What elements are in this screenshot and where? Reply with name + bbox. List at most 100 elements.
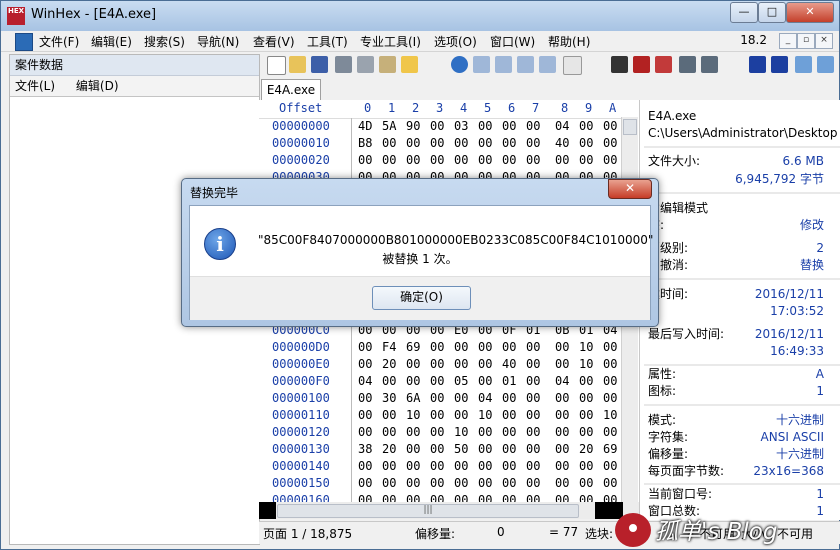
hex-byte[interactable]: 00 <box>579 475 593 492</box>
replace-hex-icon[interactable] <box>701 56 718 73</box>
hex-byte[interactable]: 00 <box>406 356 420 373</box>
hex-byte[interactable]: 00 <box>430 135 444 152</box>
hex-byte[interactable]: 00 <box>502 441 516 458</box>
find-binoculars-icon[interactable] <box>611 56 628 73</box>
hex-byte[interactable]: 00 <box>579 390 593 407</box>
forward-arrow-icon[interactable] <box>817 56 834 73</box>
hex-byte[interactable]: 6A <box>406 390 420 407</box>
hex-byte[interactable]: 00 <box>454 135 468 152</box>
hex-byte[interactable]: 00 <box>478 458 492 475</box>
hex-byte[interactable]: 50 <box>454 441 468 458</box>
hex-byte[interactable]: 00 <box>502 152 516 169</box>
hex-byte[interactable]: 20 <box>382 356 396 373</box>
hex-byte[interactable]: 00 <box>430 407 444 424</box>
hex-byte[interactable]: 00 <box>555 390 569 407</box>
hex-byte[interactable]: 00 <box>526 339 540 356</box>
hex-byte[interactable]: 5A <box>382 118 396 135</box>
hex-byte[interactable]: 69 <box>603 441 617 458</box>
print-icon[interactable] <box>335 56 352 73</box>
hex-byte[interactable]: 00 <box>555 407 569 424</box>
hex-byte[interactable]: 00 <box>454 458 468 475</box>
hex-byte[interactable]: 00 <box>526 407 540 424</box>
hex-byte[interactable]: 00 <box>478 135 492 152</box>
hex-byte[interactable]: 00 <box>478 373 492 390</box>
hex-row[interactable]: 000000F0 04 00 00 00 05 00 01 00 04 00 00 <box>259 373 624 390</box>
hex-byte[interactable]: 00 <box>358 339 372 356</box>
menu-help[interactable]: 帮助(H) <box>548 33 590 50</box>
hex-byte[interactable]: 00 <box>603 356 617 373</box>
hex-byte[interactable]: 00 <box>430 356 444 373</box>
hex-byte[interactable]: 01 <box>502 373 516 390</box>
hex-row[interactable]: 00000140 00 00 00 00 00 00 00 00 00 00 00 <box>259 458 624 475</box>
find-text-icon[interactable] <box>633 56 650 73</box>
hex-byte[interactable]: 00 <box>555 152 569 169</box>
hex-byte[interactable]: 00 <box>502 424 516 441</box>
hex-byte[interactable]: 00 <box>502 135 516 152</box>
minimize-button[interactable]: — <box>730 2 758 23</box>
hex-byte[interactable]: 30 <box>382 390 396 407</box>
hex-byte[interactable]: 69 <box>406 339 420 356</box>
printer-icon[interactable] <box>357 56 374 73</box>
hex-byte[interactable]: 04 <box>555 118 569 135</box>
hex-byte[interactable]: 00 <box>382 407 396 424</box>
hex-byte[interactable]: 00 <box>382 373 396 390</box>
hex-byte[interactable]: 00 <box>454 390 468 407</box>
close-button[interactable]: ✕ <box>786 2 834 23</box>
hex-byte[interactable]: 00 <box>478 424 492 441</box>
hex-byte[interactable]: F4 <box>382 339 396 356</box>
hex-byte[interactable]: 00 <box>454 152 468 169</box>
hex-byte[interactable]: 00 <box>526 424 540 441</box>
paste-icon[interactable] <box>517 56 534 73</box>
hex-byte[interactable]: 40 <box>502 356 516 373</box>
hex-byte[interactable]: 00 <box>478 152 492 169</box>
hex-byte[interactable]: 00 <box>603 475 617 492</box>
hex-byte[interactable]: 00 <box>406 458 420 475</box>
ok-button[interactable]: 确定(O) <box>372 286 471 310</box>
edit-note-icon[interactable] <box>401 56 418 73</box>
menu-edit[interactable]: 编辑(E) <box>91 33 132 50</box>
hex-byte[interactable]: 00 <box>382 135 396 152</box>
hex-byte[interactable]: 10 <box>579 339 593 356</box>
menu-file[interactable]: 文件(F) <box>39 33 79 50</box>
hex-byte[interactable]: 00 <box>382 152 396 169</box>
title-bar[interactable]: HEX WinHex - [E4A.exe] — □ ✕ <box>1 1 839 31</box>
hex-byte[interactable]: 00 <box>430 118 444 135</box>
hex-byte[interactable]: 00 <box>579 424 593 441</box>
hex-byte[interactable]: 00 <box>430 373 444 390</box>
maximize-button[interactable]: □ <box>758 2 786 23</box>
hex-byte[interactable]: 00 <box>526 390 540 407</box>
hex-byte[interactable]: 00 <box>502 118 516 135</box>
hex-byte[interactable]: 00 <box>430 458 444 475</box>
hex-byte[interactable]: 00 <box>454 339 468 356</box>
hex-byte[interactable]: 00 <box>555 356 569 373</box>
hex-byte[interactable]: 00 <box>454 407 468 424</box>
hex-byte[interactable]: 00 <box>358 475 372 492</box>
undo-icon[interactable] <box>451 56 468 73</box>
hex-byte[interactable]: 00 <box>603 390 617 407</box>
hex-row[interactable]: 00000100 00 30 6A 00 00 04 00 00 00 00 00 <box>259 390 624 407</box>
copy-icon[interactable] <box>473 56 490 73</box>
hex-byte[interactable]: 00 <box>358 458 372 475</box>
hex-byte[interactable]: 00 <box>478 475 492 492</box>
hex-byte[interactable]: 00 <box>502 475 516 492</box>
hex-byte[interactable]: 00 <box>430 475 444 492</box>
hex-byte[interactable]: 00 <box>502 407 516 424</box>
case-menu-file[interactable]: 文件(L) <box>15 76 55 96</box>
hex-byte[interactable]: 38 <box>358 441 372 458</box>
hex-byte[interactable]: 00 <box>430 339 444 356</box>
menu-options[interactable]: 选项(O) <box>434 33 477 50</box>
mdi-close-button[interactable]: × <box>815 33 833 49</box>
hex-byte[interactable]: 00 <box>358 407 372 424</box>
hex-byte[interactable]: 00 <box>382 424 396 441</box>
horizontal-scrollbar[interactable]: ||| <box>259 502 639 519</box>
hex-byte[interactable]: 00 <box>526 458 540 475</box>
hex-byte[interactable]: 00 <box>358 424 372 441</box>
hex-byte[interactable]: 00 <box>579 135 593 152</box>
hex-byte[interactable]: 00 <box>430 441 444 458</box>
mdi-restore-button[interactable]: ▫ <box>797 33 815 49</box>
hex-byte[interactable]: 00 <box>430 390 444 407</box>
hex-byte[interactable]: 00 <box>478 118 492 135</box>
open-folder-icon[interactable] <box>289 56 306 73</box>
hex-byte[interactable]: 00 <box>478 441 492 458</box>
hscroll-thumb[interactable]: ||| <box>277 504 579 518</box>
